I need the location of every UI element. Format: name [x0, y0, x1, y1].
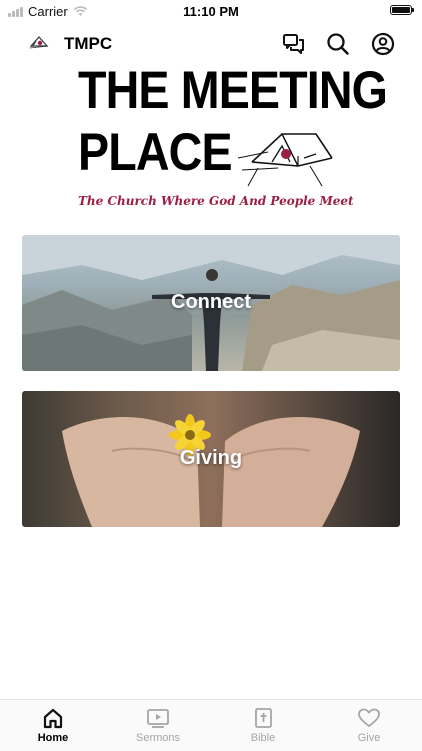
banner-title-line1: THE MEETING [78, 61, 388, 120]
giving-card[interactable]: Giving [22, 391, 400, 527]
status-bar: Carrier 11:10 PM [0, 0, 422, 22]
banner-tagline: The Church Where God And People Meet [78, 194, 354, 208]
search-icon[interactable] [325, 31, 351, 57]
bible-icon [255, 708, 272, 728]
app-title: TMPC [64, 34, 113, 53]
video-play-icon [147, 709, 169, 728]
tent-illustration [238, 133, 333, 187]
connect-card-label: Connect [171, 291, 251, 313]
tab-bible-label: Bible [250, 732, 276, 744]
tab-sermons[interactable]: Sermons [118, 700, 198, 751]
tab-bible[interactable]: Bible [223, 700, 303, 751]
connect-card[interactable]: Connect [22, 235, 400, 371]
tab-home-label: Home [37, 732, 69, 744]
church-logo-icon [29, 36, 49, 49]
banner-title-line2: PLACE [78, 123, 233, 182]
chat-icon[interactable] [281, 31, 307, 57]
app-header: TMPC [0, 28, 422, 60]
profile-icon[interactable] [370, 31, 396, 57]
status-time: 11:10 PM [183, 4, 239, 19]
home-icon [43, 708, 63, 729]
tab-give-label: Give [357, 732, 381, 744]
tab-home[interactable]: Home [13, 700, 93, 751]
tab-bar: Home Sermons Bible Give [0, 699, 422, 751]
tab-give[interactable]: Give [329, 700, 409, 751]
tab-sermons-label: Sermons [135, 732, 181, 744]
heart-icon [358, 708, 380, 727]
church-banner: THE MEETING PLACE The Church Where God A… [78, 64, 388, 214]
battery-icon [390, 5, 414, 15]
giving-card-label: Giving [179, 447, 243, 469]
